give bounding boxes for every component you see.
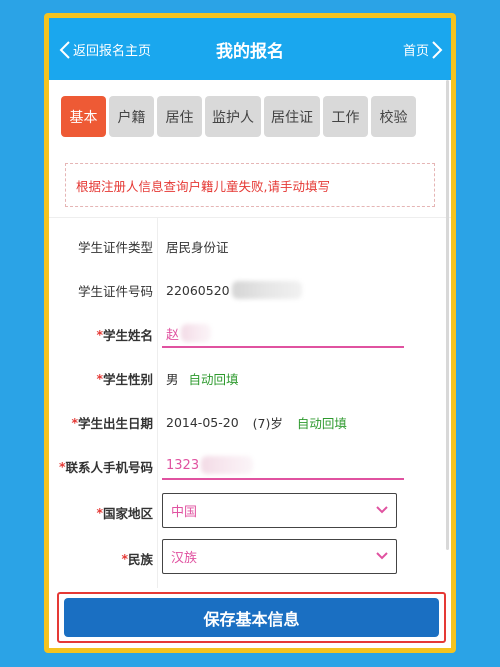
country-label: * 国家地区	[49, 490, 153, 534]
ethnicity-row: * 民族 汉族	[49, 536, 451, 580]
back-label: 返回报名主页	[73, 44, 152, 59]
redacted-blur	[231, 281, 302, 299]
contact-phone-value: 1323	[166, 457, 200, 473]
section-tabs: 基本 户籍 居住 监护人 居住证 工作 校验	[61, 96, 416, 137]
chevron-right-icon	[432, 40, 443, 59]
id-type-value: 居民身份证	[166, 239, 229, 255]
phone-frame: 返回报名主页 我的报名 首页 基本 户籍 居住 监护人 居住证 工作 校验 根据…	[44, 13, 456, 653]
student-gender-label: * 学生性别	[49, 356, 153, 400]
student-gender-value: 男 自动回填	[166, 356, 239, 400]
chevron-down-icon	[376, 506, 388, 514]
birth-date-label: * 学生出生日期	[49, 400, 153, 444]
app-screen: 返回报名主页 我的报名 首页 基本 户籍 居住 监护人 居住证 工作 校验 根据…	[49, 18, 451, 648]
contact-phone-row: * 联系人手机号码 1323	[49, 444, 451, 488]
home-button[interactable]: 首页	[403, 40, 443, 59]
gender-text: 男	[166, 371, 179, 387]
student-gender-row: * 学生性别 男 自动回填	[49, 356, 451, 400]
student-name-label-text: 学生姓名	[102, 327, 153, 343]
tab-household-registration[interactable]: 户籍	[109, 96, 154, 137]
ethnicity-label: * 民族	[49, 536, 153, 580]
id-number-text: 22060520	[166, 282, 230, 298]
id-number-value: 22060520	[166, 268, 302, 312]
form-divider	[49, 217, 451, 218]
country-selected-value: 中国	[171, 505, 198, 520]
birth-date-row: * 学生出生日期 2014-05-20 (7)岁 自动回填	[49, 400, 451, 444]
chevron-left-icon	[59, 40, 70, 59]
student-name-label: * 学生姓名	[49, 312, 153, 356]
home-label: 首页	[402, 44, 429, 59]
id-number-label: 学生证件号码	[77, 283, 153, 299]
tab-basic[interactable]: 基本	[61, 96, 106, 137]
tab-work[interactable]: 工作	[323, 96, 368, 137]
ethnicity-label-text: 民族	[127, 551, 153, 567]
id-type-label: 学生证件类型	[77, 239, 153, 255]
student-name-row: * 学生姓名 赵	[49, 312, 451, 356]
id-type-row: 学生证件类型 居民身份证	[49, 224, 451, 268]
chevron-down-icon	[376, 552, 388, 560]
contact-phone-input[interactable]: 1323	[162, 452, 404, 480]
auto-fill-tag: 自动回填	[296, 415, 347, 431]
id-number-row: 学生证件号码 22060520	[49, 268, 451, 312]
ethnicity-select[interactable]: 汉族	[162, 539, 397, 574]
contact-phone-label: * 联系人手机号码	[49, 444, 153, 488]
birth-date-text: 2014-05-20	[166, 414, 239, 430]
tab-verification[interactable]: 校验	[371, 96, 416, 137]
tab-residence[interactable]: 居住	[157, 96, 202, 137]
country-label-text: 国家地区	[102, 505, 153, 521]
birth-date-value: 2014-05-20 (7)岁 自动回填	[166, 400, 347, 444]
tab-guardian[interactable]: 监护人	[205, 96, 261, 137]
country-select[interactable]: 中国	[162, 493, 397, 528]
scrollbar[interactable]	[446, 80, 449, 550]
age-text: (7)岁	[252, 415, 283, 431]
redacted-blur	[201, 456, 254, 474]
tab-residence-permit[interactable]: 居住证	[264, 96, 320, 137]
contact-phone-label-text: 联系人手机号码	[65, 459, 153, 475]
lookup-failure-notice: 根据注册人信息查询户籍儿童失败,请手动填写	[65, 163, 435, 207]
birth-date-label-text: 学生出生日期	[77, 415, 153, 431]
country-row: * 国家地区 中国	[49, 490, 451, 534]
ethnicity-selected-value: 汉族	[171, 551, 198, 566]
save-basic-info-button[interactable]: 保存基本信息	[64, 598, 439, 637]
back-to-registration-home-button[interactable]: 返回报名主页	[59, 40, 151, 59]
auto-fill-tag: 自动回填	[188, 371, 239, 387]
student-gender-label-text: 学生性别	[102, 371, 153, 387]
student-name-value: 赵	[166, 327, 180, 343]
student-name-input[interactable]: 赵	[162, 320, 404, 348]
save-button-highlight: 保存基本信息	[57, 592, 446, 643]
header-bar: 返回报名主页 我的报名 首页	[49, 18, 451, 80]
redacted-blur	[181, 324, 212, 342]
